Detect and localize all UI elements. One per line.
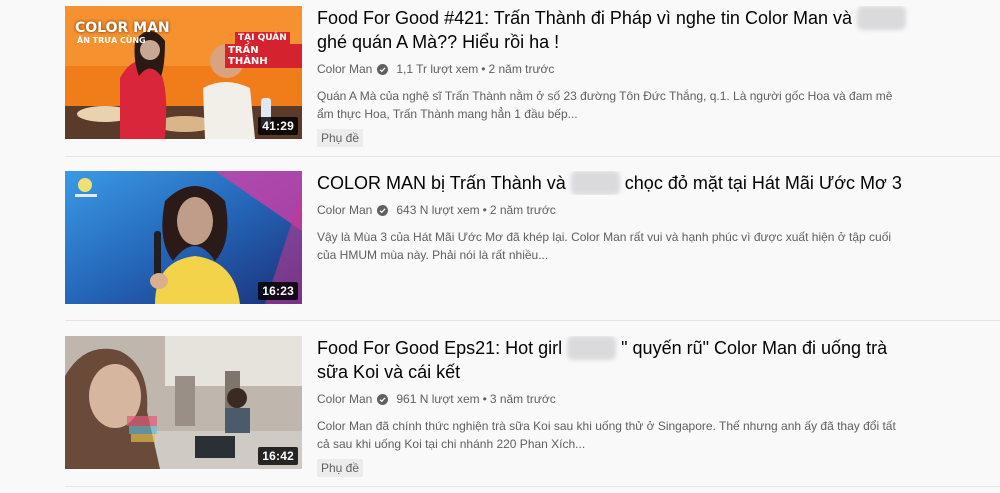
video-result-2[interactable]: 16:23 COLOR MAN bị Trấn Thành và xxxxx c… <box>65 171 1000 305</box>
video-result-1[interactable]: COLOR MAN ĂN TRƯA CÙNG TẠI QUÁN TRẤN THÀ… <box>65 6 1000 147</box>
video-description: Quán A Mà của nghệ sĩ Trấn Thành nằm ở s… <box>317 89 893 121</box>
video-result-3[interactable]: 16:42 Food For Good Eps21: Hot girl xxxx… <box>65 336 1000 477</box>
video-title[interactable]: COLOR MAN bị Trấn Thành và xxxxx chọc đỏ… <box>317 171 917 195</box>
title-text: chọc đỏ mặt tại Hát Mãi Ước Mơ 3 <box>624 173 902 193</box>
view-count: 643 N lượt xem <box>396 203 480 217</box>
verified-checkmark-icon <box>377 393 389 405</box>
video-info: Food For Good #421: Trấn Thành đi Pháp v… <box>317 6 917 147</box>
blurred-name: xxxxx <box>570 171 620 195</box>
title-text: Food For Good Eps21: Hot girl <box>317 338 563 358</box>
blurred-name: xxxxx <box>857 6 907 30</box>
separator-dot: • <box>482 203 487 217</box>
video-thumbnail-1[interactable]: COLOR MAN ĂN TRƯA CÙNG TẠI QUÁN TRẤN THÀ… <box>65 6 302 139</box>
result-divider <box>65 486 1000 487</box>
video-info: COLOR MAN bị Trấn Thành và xxxxx chọc đỏ… <box>317 171 917 264</box>
title-text: Food For Good #421: Trấn Thành đi Pháp v… <box>317 8 852 28</box>
channel-name[interactable]: Color Man <box>317 392 372 406</box>
channel-name[interactable]: Color Man <box>317 203 372 217</box>
view-count: 961 N lượt xem <box>396 392 480 406</box>
upload-age: 2 năm trước <box>489 203 556 217</box>
video-title[interactable]: Food For Good #421: Trấn Thành đi Pháp v… <box>317 6 917 54</box>
thumbnail-brand-subtext: ĂN TRƯA CÙNG <box>77 36 146 45</box>
video-title[interactable]: Food For Good Eps21: Hot girl xxxxx " qu… <box>317 336 917 384</box>
subtitles-badge: Phụ đề <box>317 129 364 147</box>
video-info: Food For Good Eps21: Hot girl xxxxx " qu… <box>317 336 917 477</box>
separator-dot: • <box>481 62 486 76</box>
title-text: ghé quán A Mà?? Hiểu rồi ha ! <box>317 32 560 52</box>
verified-checkmark-icon <box>377 204 389 216</box>
result-divider <box>65 156 1000 157</box>
video-duration: 16:23 <box>258 282 298 300</box>
video-duration: 16:42 <box>258 447 298 465</box>
thumbnail-brand-text: COLOR MAN <box>75 20 170 36</box>
upload-age: 2 năm trước <box>488 62 555 76</box>
video-metadata: Color Man 961 N lượt xem • 3 năm trước <box>317 390 917 408</box>
result-divider <box>65 320 1000 321</box>
thumbnail-venue-text-bottom: TRẤN THÀNH <box>225 44 302 68</box>
video-description: Vậy là Mùa 3 của Hát Mãi Ước Mơ đã khép … <box>317 230 892 262</box>
view-count: 1,1 Tr lượt xem <box>396 62 479 76</box>
title-text: COLOR MAN bị Trấn Thành và <box>317 173 566 193</box>
thumbnail-venue-text-top: TẠI QUÁN <box>235 32 290 44</box>
video-thumbnail-2[interactable]: 16:23 <box>65 171 302 304</box>
search-results: COLOR MAN ĂN TRƯA CÙNG TẠI QUÁN TRẤN THÀ… <box>0 0 1000 493</box>
blurred-name: xxxxx <box>567 336 617 360</box>
video-metadata: Color Man 1,1 Tr lượt xem • 2 năm trước <box>317 60 917 78</box>
video-description: Color Man đã chính thức nghiện trà sữa K… <box>317 419 896 451</box>
subtitles-badge: Phụ đề <box>317 459 364 477</box>
video-thumbnail-3[interactable]: 16:42 <box>65 336 302 469</box>
verified-checkmark-icon <box>377 63 389 75</box>
separator-dot: • <box>482 392 487 406</box>
channel-name[interactable]: Color Man <box>317 62 372 76</box>
upload-age: 3 năm trước <box>489 392 556 406</box>
video-metadata: Color Man 643 N lượt xem • 2 năm trước <box>317 201 917 219</box>
video-duration: 41:29 <box>258 117 298 135</box>
